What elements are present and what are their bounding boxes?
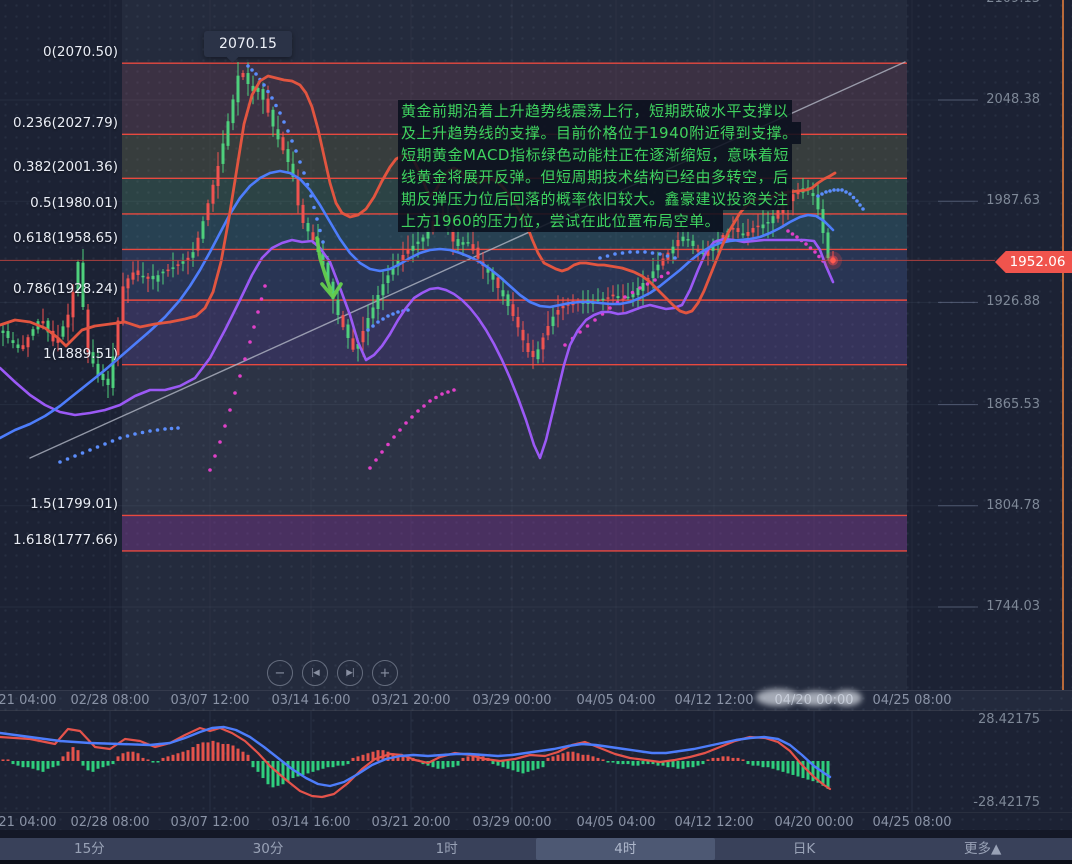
skip-to-start-icon: |◀ (311, 668, 318, 678)
time-axis-label: 03/29 00:00 (472, 693, 551, 708)
price-axis-tick: 1926.88 (960, 294, 1040, 309)
macd-indicator-pane[interactable] (0, 710, 1072, 812)
fib-level-label: 1(1889.51) (0, 346, 118, 362)
peak-price-tooltip: 2070.15 (204, 31, 292, 57)
fib-level-label: 0(2070.50) (0, 44, 118, 60)
time-axis-label: 02/21 04:00 (0, 815, 57, 830)
time-axis-label: 03/14 16:00 (271, 693, 350, 708)
price-axis-tick: 1804.78 (960, 498, 1040, 513)
annotation-line: 线黄金将展开反弹。但短周期技术结构已经由多转空，后 (398, 166, 792, 188)
time-axis-label: 04/12 12:00 (674, 693, 753, 708)
price-axis-tick: 2048.38 (960, 92, 1040, 107)
skip-to-end-icon: ▶| (346, 668, 353, 678)
watermark-smudge (832, 690, 862, 706)
watermark-smudge (756, 689, 800, 706)
time-axis-label: 03/14 16:00 (271, 815, 350, 830)
timeframe-tab-1[interactable]: 30分 (179, 838, 358, 860)
timeframe-tab-4[interactable]: 日K (715, 838, 894, 860)
time-axis-label: 02/28 08:00 (70, 693, 149, 708)
fib-level-label: 0.5(1980.01) (0, 195, 118, 211)
separator-strip (0, 830, 1072, 838)
chart-zoom-controls: − |◀ ▶| + (267, 660, 398, 686)
timeframe-toolbar: 15分30分1时4时日K更多▲ (0, 838, 1072, 860)
time-axis-label: 04/25 08:00 (872, 693, 951, 708)
zoom-in-icon: + (380, 666, 391, 681)
analysis-annotation: 黄金前期沿着上升趋势线震荡上行，短期跌破水平支撑以及上升趋势线的支撑。目前价格位… (398, 100, 801, 232)
time-axis-label: 04/25 08:00 (872, 815, 951, 830)
timeframe-tab-2[interactable]: 1时 (357, 838, 536, 860)
current-price-tag: 1952.06 (995, 251, 1072, 273)
price-axis-tick: 1865.53 (960, 397, 1040, 412)
fib-level-label: 0.786(1928.24) (0, 281, 118, 297)
time-axis-label: 03/21 20:00 (371, 815, 450, 830)
fib-level-label: 1.618(1777.66) (0, 532, 118, 548)
bottom-edge (0, 860, 1072, 864)
time-axis-label: 03/07 12:00 (170, 815, 249, 830)
time-axis-label: 04/05 04:00 (576, 815, 655, 830)
annotation-line: 短期黄金MACD指标绿色动能柱正在逐渐缩短，意味着短 (398, 144, 792, 166)
price-axis-tick: 2109.13 (960, 0, 1040, 6)
annotation-line: 上方1960的压力位，尝试在此位置布局空单。 (398, 210, 723, 232)
fib-level-label: 0.382(2001.36) (0, 159, 118, 175)
macd-min-label: -28.42175 (960, 795, 1040, 810)
timeframe-tab-3[interactable]: 4时 (536, 838, 715, 860)
time-axis-label: 04/20 00:00 (774, 815, 853, 830)
timeframe-tab-0[interactable]: 15分 (0, 838, 179, 860)
time-axis-label: 03/29 00:00 (472, 815, 551, 830)
annotation-line: 黄金前期沿着上升趋势线震荡上行，短期跌破水平支撑以 (398, 100, 792, 122)
price-axis-tick: 1987.63 (960, 193, 1040, 208)
chart-right-border (1062, 0, 1064, 690)
trading-chart-app: 0(2070.50) 0.236(2027.79) 0.382(2001.36) 0.… (0, 0, 1072, 864)
time-axis-label: 02/21 04:00 (0, 693, 57, 708)
timeframe-tab-5[interactable]: 更多▲ (893, 838, 1072, 860)
annotation-line: 期反弹压力位后回落的概率依旧较大。鑫豪建议投资关注 (398, 188, 792, 210)
zoom-out-icon: − (275, 666, 286, 681)
fib-level-label: 0.618(1958.65) (0, 230, 118, 246)
watermark-smudge (796, 691, 836, 706)
price-axis-tick: 1744.03 (960, 599, 1040, 614)
x-axis-macd: 02/21 04:00 02/28 08:00 03/07 12:00 03/14 1… (0, 812, 1072, 832)
time-axis-label: 02/28 08:00 (70, 815, 149, 830)
time-axis-label: 04/05 04:00 (576, 693, 655, 708)
skip-to-end-button[interactable]: ▶| (337, 660, 363, 686)
zoom-in-button[interactable]: + (372, 660, 398, 686)
fib-level-label: 0.236(2027.79) (0, 115, 118, 131)
time-axis-label: 04/12 12:00 (674, 815, 753, 830)
zoom-out-button[interactable]: − (267, 660, 293, 686)
macd-max-label: 28.42175 (960, 712, 1040, 727)
skip-to-start-button[interactable]: |◀ (302, 660, 328, 686)
time-axis-label: 03/21 20:00 (371, 693, 450, 708)
annotation-line: 及上升趋势线的支撑。目前价格位于1940附近得到支撑。 (398, 122, 801, 144)
fib-level-label: 1.5(1799.01) (0, 496, 118, 512)
time-axis-label: 03/07 12:00 (170, 693, 249, 708)
x-axis-main: 02/21 04:00 02/28 08:00 03/07 12:00 03/14 1… (0, 690, 1072, 710)
